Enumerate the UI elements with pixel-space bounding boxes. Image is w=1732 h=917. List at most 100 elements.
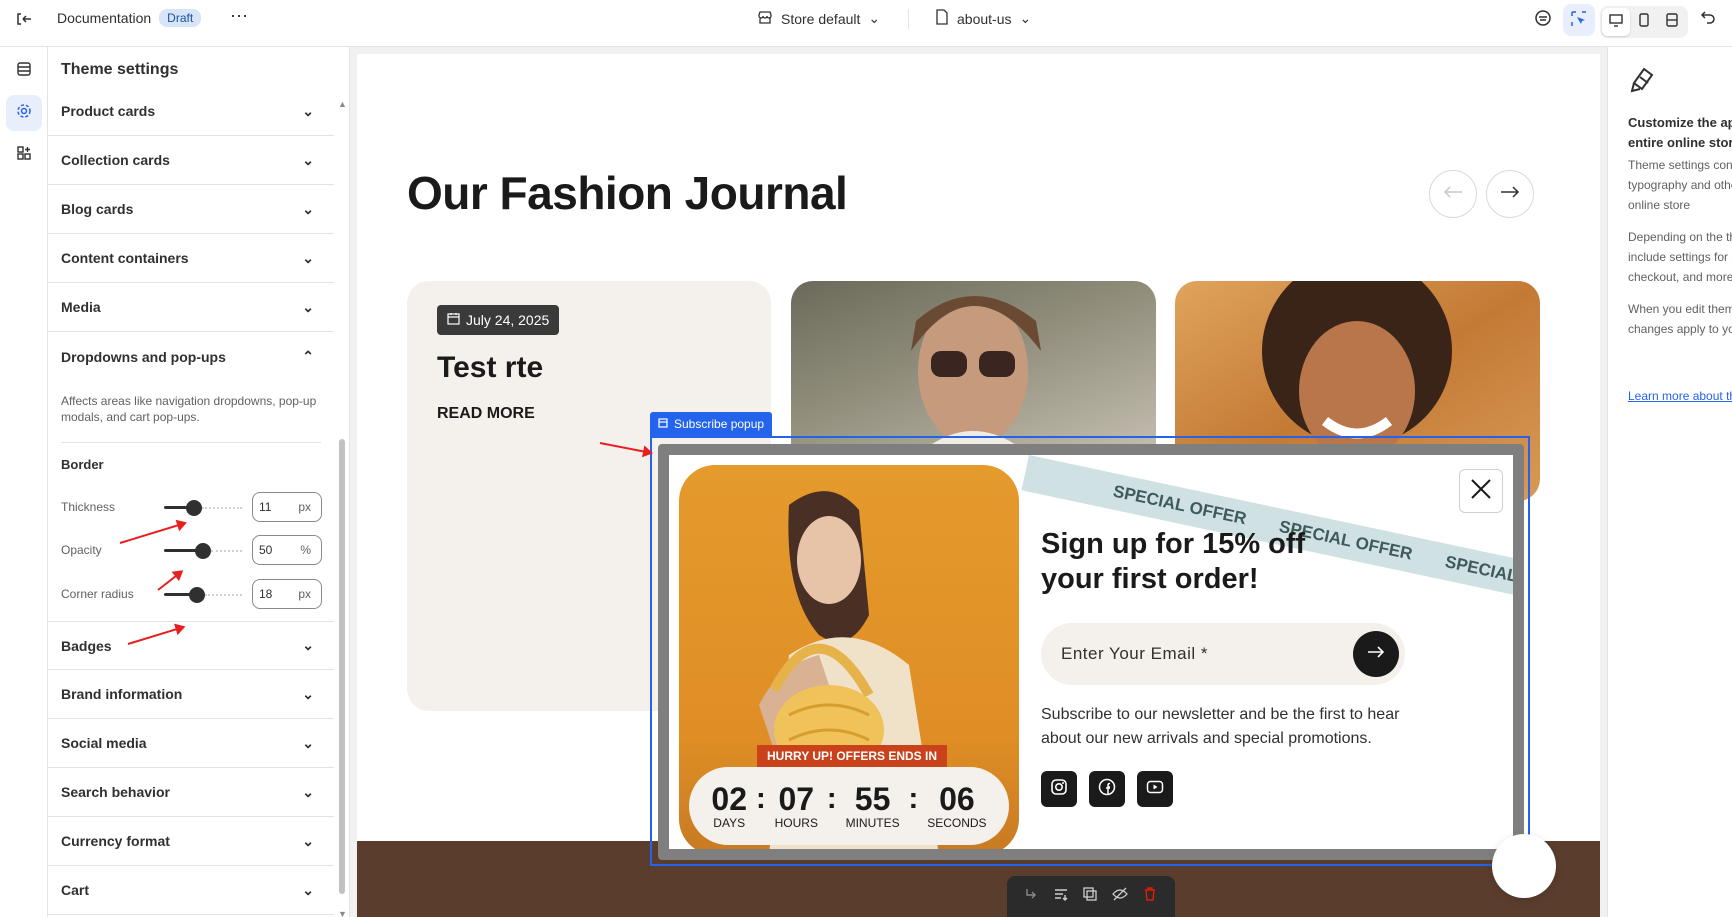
read-more-link[interactable]: READ MORE xyxy=(437,405,535,423)
section-cart[interactable]: Cart ⌄ xyxy=(48,866,334,915)
hide-icon[interactable] xyxy=(1112,887,1129,906)
journal-title: Our Fashion Journal xyxy=(407,167,848,219)
next-button[interactable] xyxy=(1486,170,1534,218)
corner-radius-label: Corner radius xyxy=(61,587,134,601)
section-product-cards[interactable]: Product cards ⌄ xyxy=(48,87,334,136)
countdown-separator: : xyxy=(908,782,919,815)
section-dropdowns-popups[interactable]: Dropdowns and pop-ups ⌃ xyxy=(48,332,334,381)
inspector-button[interactable] xyxy=(1563,4,1595,36)
ai-button[interactable] xyxy=(1534,9,1552,30)
select-parent-icon[interactable] xyxy=(1025,887,1039,906)
panel-title: Theme settings xyxy=(61,61,179,78)
instagram-link[interactable] xyxy=(1041,771,1077,807)
panel-scrollbar[interactable]: ▲ ▼ xyxy=(336,99,348,917)
sparkle-icon xyxy=(1534,9,1552,30)
countdown-value: 06 xyxy=(939,781,975,817)
section-content-containers[interactable]: Content containers ⌄ xyxy=(48,234,334,283)
status-badge: Draft xyxy=(159,9,202,27)
countdown-minutes: 55 MINUTES xyxy=(846,782,900,830)
mobile-view-button[interactable] xyxy=(1630,8,1658,36)
cursor-select-icon xyxy=(1571,10,1587,30)
email-input[interactable]: Enter Your Email * xyxy=(1041,623,1405,685)
countdown-value: 02 xyxy=(711,781,747,817)
section-brand-information[interactable]: Brand information ⌄ xyxy=(48,670,334,719)
section-badges[interactable]: Badges ⌄ xyxy=(48,621,334,670)
card-title[interactable]: Test rte xyxy=(437,351,543,385)
desktop-view-button[interactable] xyxy=(1602,8,1630,36)
corner-radius-slider[interactable] xyxy=(164,586,242,603)
section-collection-cards[interactable]: Collection cards ⌄ xyxy=(48,136,334,185)
section-label: Currency format xyxy=(61,833,170,849)
help-text: When you edit theme settings, the change… xyxy=(1628,302,1732,336)
undo-icon xyxy=(1700,9,1716,28)
slider-knob[interactable] xyxy=(186,500,202,516)
popup-tag[interactable]: Subscribe popup xyxy=(650,412,773,436)
page-selector[interactable]: about-us ⌄ xyxy=(935,9,1031,28)
countdown-seconds: 06 SECONDS xyxy=(927,782,986,830)
section-search-behavior[interactable]: Search behavior ⌄ xyxy=(48,768,334,817)
scroll-up-icon[interactable]: ▲ xyxy=(338,99,347,109)
thickness-slider[interactable] xyxy=(164,499,242,516)
opacity-value: 50 xyxy=(259,543,273,557)
scrollbar-thumb[interactable] xyxy=(339,439,345,894)
popup-tag-label: Subscribe popup xyxy=(674,417,765,431)
section-description: Affects areas like navigation dropdowns,… xyxy=(61,394,317,424)
thickness-unit: px xyxy=(298,500,311,514)
ribbon-text: SPECIAL OFFER xyxy=(1443,552,1524,599)
section-media[interactable]: Media ⌄ xyxy=(48,283,334,332)
corner-radius-input[interactable]: 18 px xyxy=(252,579,322,609)
close-button[interactable] xyxy=(1459,469,1503,513)
opacity-slider[interactable] xyxy=(164,542,242,559)
store-selector[interactable]: Store default ⌄ xyxy=(757,9,880,28)
opacity-input[interactable]: 50 % xyxy=(252,535,322,565)
subscribe-submit-button[interactable] xyxy=(1353,631,1399,677)
prev-button[interactable] xyxy=(1429,170,1477,218)
section-label: Collection cards xyxy=(61,152,170,168)
apps-button[interactable] xyxy=(6,137,42,173)
store-icon xyxy=(757,9,773,28)
thickness-input[interactable]: 11 px xyxy=(252,492,322,522)
desktop-icon xyxy=(1609,13,1623,32)
delete-icon[interactable] xyxy=(1143,887,1157,906)
opacity-setting: Opacity 50 % xyxy=(61,534,336,566)
scroll-down-icon[interactable]: ▼ xyxy=(338,909,347,917)
section-label: Social media xyxy=(61,735,147,751)
reorder-icon[interactable] xyxy=(1054,887,1068,906)
learn-more-link[interactable]: Learn more about theme settings xyxy=(1628,389,1732,403)
undo-button[interactable] xyxy=(1700,9,1716,28)
chevron-down-icon: ⌄ xyxy=(302,881,314,898)
section-label: Product cards xyxy=(61,103,156,119)
ribbon-text: SPECIAL OFFER xyxy=(1111,481,1249,529)
corner-radius-setting: Corner radius 18 px xyxy=(61,578,336,610)
border-group-label: Border xyxy=(61,457,104,472)
countdown-label: HOURS xyxy=(774,816,818,830)
chevron-down-icon: ⌄ xyxy=(302,298,314,315)
chevron-up-icon: ⌃ xyxy=(302,348,314,364)
block-toolbar xyxy=(1007,876,1175,917)
help-title: Customize the appearance of your entire … xyxy=(1628,115,1732,150)
youtube-icon xyxy=(1146,778,1164,801)
theme-settings-panel: Theme settings Product cards ⌄ Collectio… xyxy=(48,47,350,917)
more-actions-button[interactable]: ⋯ xyxy=(230,6,248,27)
floating-action-button[interactable] xyxy=(1492,834,1556,898)
slider-knob[interactable] xyxy=(189,587,205,603)
exit-button[interactable] xyxy=(14,10,32,28)
fullscreen-view-button[interactable] xyxy=(1658,8,1686,36)
duplicate-icon[interactable] xyxy=(1083,887,1097,906)
page-icon xyxy=(935,9,949,28)
divider xyxy=(61,442,321,443)
chevron-down-icon: ⌄ xyxy=(302,151,314,168)
divider xyxy=(908,9,909,29)
slider-knob[interactable] xyxy=(195,543,211,559)
theme-settings-button[interactable] xyxy=(6,95,42,131)
facebook-link[interactable] xyxy=(1089,771,1125,807)
page-selector-label: about-us xyxy=(957,10,1012,27)
section-blog-cards[interactable]: Blog cards ⌄ xyxy=(48,185,334,234)
sections-button[interactable] xyxy=(6,53,42,89)
corner-radius-unit: px xyxy=(298,587,311,601)
section-social-media[interactable]: Social media ⌄ xyxy=(48,719,334,768)
section-currency-format[interactable]: Currency format ⌄ xyxy=(48,817,334,866)
sections-icon xyxy=(16,61,32,82)
section-label: Badges xyxy=(61,637,112,654)
youtube-link[interactable] xyxy=(1137,771,1173,807)
